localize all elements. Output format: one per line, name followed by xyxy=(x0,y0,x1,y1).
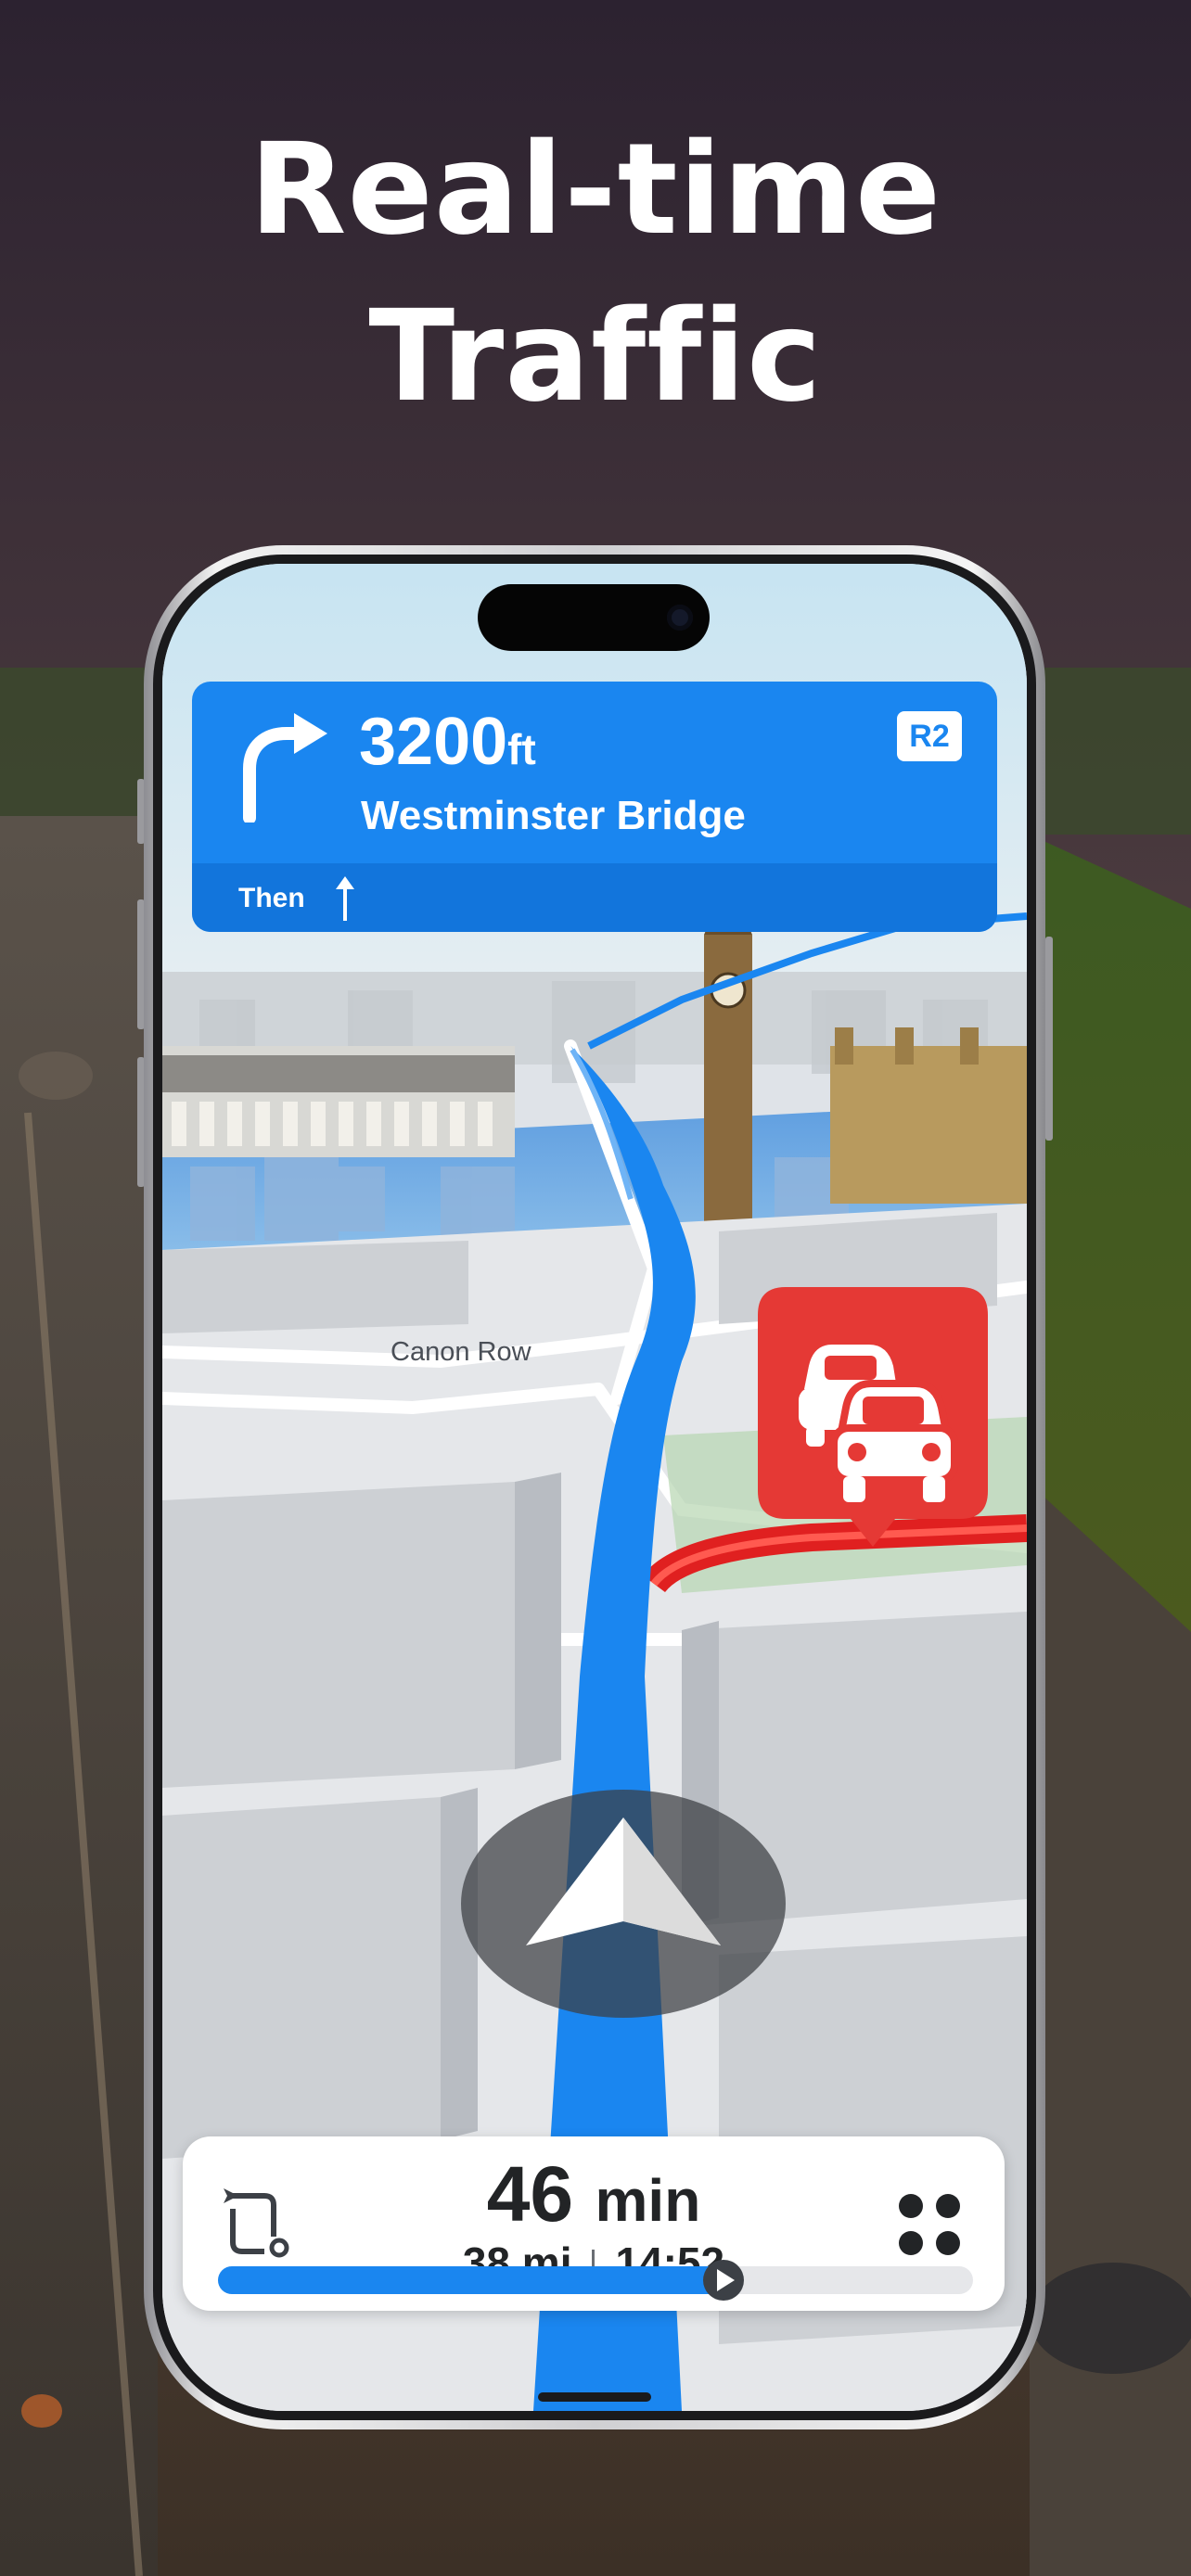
progress-position-icon xyxy=(703,2260,745,2301)
next-maneuver-bar: Then xyxy=(192,863,997,932)
four-dots-menu-icon[interactable] xyxy=(897,2192,962,2257)
front-camera xyxy=(667,605,693,631)
navigation-arrow-icon xyxy=(461,1790,786,2018)
trip-duration: 46 min xyxy=(183,2148,1005,2247)
dynamic-island xyxy=(478,584,710,651)
phone-screen: 3200ft Westminster Bridge R2 Then Canon … xyxy=(162,564,1027,2411)
home-indicator xyxy=(538,2392,651,2402)
turn-right-arrow-icon xyxy=(243,713,327,823)
traffic-jam-icon[interactable] xyxy=(758,1287,988,1556)
maneuver-distance: 3200ft xyxy=(359,702,536,789)
route-progress-fill xyxy=(218,2266,724,2294)
route-progress-bar xyxy=(218,2260,973,2301)
distance-unit: ft xyxy=(507,725,536,773)
then-label: Then xyxy=(238,883,305,913)
map-street-label: Canon Row xyxy=(391,1337,531,1367)
street-name: Westminster Bridge xyxy=(361,793,746,838)
navigation-instruction-banner[interactable]: 3200ft Westminster Bridge R2 Then xyxy=(192,682,997,932)
straight-arrow-icon xyxy=(336,876,354,921)
distance-value: 3200 xyxy=(359,705,508,779)
headline-line-2: Traffic xyxy=(368,284,823,430)
duration-unit: min xyxy=(595,2167,701,2234)
headline-line-1: Real-time xyxy=(249,117,942,263)
road-badge: R2 xyxy=(897,711,962,761)
duration-value: 46 xyxy=(486,2150,574,2238)
phone-power-button xyxy=(1045,937,1053,1141)
